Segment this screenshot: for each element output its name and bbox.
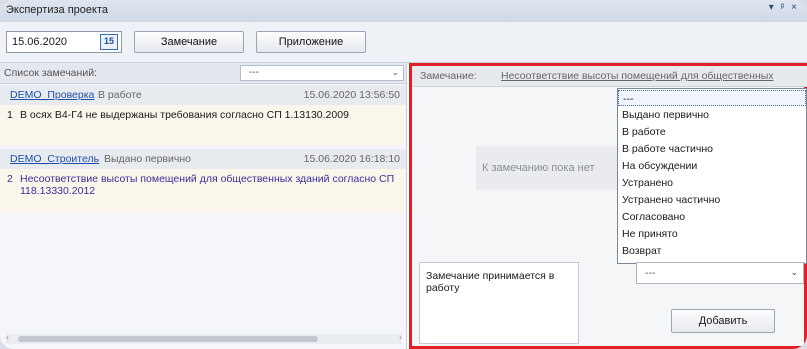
remark-number: 1: [7, 109, 13, 121]
calendar-icon[interactable]: 15: [100, 34, 118, 50]
remark-item[interactable]: 2 Несоответствие высоты помещений для об…: [0, 169, 406, 213]
no-comments-placeholder: К замечанию пока нет: [476, 146, 626, 190]
status-option[interactable]: В работе частично: [618, 141, 806, 157]
filter-value: ---: [249, 67, 259, 78]
remark-detail-header: Замечание: Несоответствие высоты помещен…: [412, 66, 807, 87]
title-bar: Экспертиза проекта ▾ ᵖ ×: [0, 0, 807, 23]
remark-time: 15.06.2020 16:18:10: [303, 153, 400, 165]
remarks-list-header: Список замечаний: --- ⌄: [0, 63, 406, 84]
remark-title-link[interactable]: Несоответствие высоты помещений для обще…: [501, 70, 774, 82]
project-expertise-window: Экспертиза проекта ▾ ᵖ × 15.06.2020 15 З…: [0, 0, 807, 349]
remark-author-link[interactable]: DEMO_Строитель: [10, 153, 99, 165]
status-option[interactable]: Выдано первично: [618, 107, 806, 123]
status-select-value: ---: [645, 267, 656, 279]
comment-text: Замечание принимается в работу: [426, 270, 555, 294]
horizontal-scrollbar[interactable]: ‹ ›: [6, 332, 402, 344]
remarks-list-pane: Список замечаний: --- ⌄ DEMO_Проверка В …: [0, 63, 407, 349]
status-option[interactable]: Устранено: [618, 175, 806, 191]
remark-number: 2: [7, 173, 13, 185]
remark-time: 15.06.2020 13:56:50: [303, 89, 400, 101]
remark-author-link[interactable]: DEMO_Проверка: [10, 89, 94, 101]
placeholder-text: К замечанию пока нет: [482, 162, 595, 174]
remark-status: Выдано первично: [104, 153, 191, 165]
remark-label: Замечание:: [420, 70, 477, 82]
chevron-down-icon: ⌄: [391, 67, 399, 77]
remarks-list-label: Список замечаний:: [4, 67, 97, 79]
remarks-filter-select[interactable]: --- ⌄: [240, 65, 404, 81]
remark-header[interactable]: DEMO_Проверка В работе 15.06.2020 13:56:…: [0, 85, 406, 105]
window-title: Экспертиза проекта: [6, 4, 108, 16]
scroll-right-icon[interactable]: ›: [399, 332, 402, 342]
status-option[interactable]: На обсуждении: [618, 158, 806, 174]
remark-item[interactable]: 1 В осях В4-Г4 не выдержаны требования с…: [0, 105, 406, 145]
remark-header[interactable]: DEMO_Строитель Выдано первично 15.06.202…: [0, 149, 406, 169]
date-picker[interactable]: 15.06.2020 15: [6, 31, 122, 53]
remark-button[interactable]: Замечание: [134, 31, 244, 53]
status-select[interactable]: --- ⌄: [636, 262, 804, 284]
scroll-thumb[interactable]: [18, 336, 318, 342]
scroll-left-icon[interactable]: ‹: [6, 332, 9, 342]
window-controls[interactable]: ▾ ᵖ ×: [769, 2, 799, 13]
status-option[interactable]: Возврат: [618, 243, 806, 259]
remark-text: Несоответствие высоты помещений для обще…: [20, 173, 395, 197]
remark-status: В работе: [98, 89, 142, 101]
remark-detail-pane: Замечание: Несоответствие высоты помещен…: [409, 63, 807, 349]
status-option[interactable]: Согласовано: [618, 209, 806, 225]
toolbar: 15.06.2020 15 Замечание Приложение: [0, 22, 807, 63]
date-value: 15.06.2020: [12, 36, 68, 48]
add-button[interactable]: Добавить: [671, 309, 775, 333]
status-option[interactable]: В работе: [618, 124, 806, 140]
chevron-down-icon: ⌄: [790, 267, 798, 277]
status-option[interactable]: Не принято: [618, 226, 806, 242]
remark-text: В осях В4-Г4 не выдержаны требования сог…: [20, 109, 349, 121]
status-dropdown-list[interactable]: --- Выдано первично В работе В работе ча…: [617, 88, 807, 264]
comment-textarea[interactable]: Замечание принимается в работу: [419, 262, 579, 344]
attachment-button[interactable]: Приложение: [256, 31, 366, 53]
status-option[interactable]: ---: [618, 90, 806, 106]
status-option[interactable]: Устранено частично: [618, 192, 806, 208]
